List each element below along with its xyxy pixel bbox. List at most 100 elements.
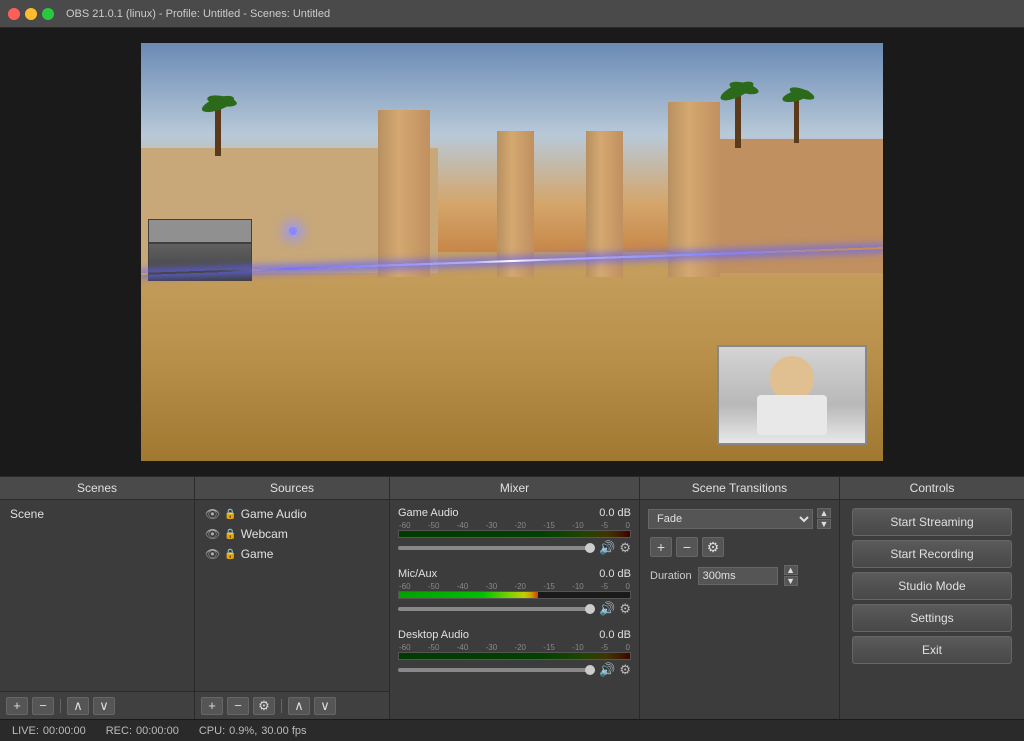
mute-button-game-audio[interactable]: 🔊 [599, 540, 615, 556]
mixer-channel-name-desktop-audio: Desktop Audio [398, 629, 469, 641]
level-bar-game-audio [398, 530, 631, 538]
source-moveup-button[interactable]: ∧ [288, 697, 310, 715]
scene-movedown-button[interactable]: ∨ [93, 697, 115, 715]
volume-slider-desktop-audio[interactable] [398, 668, 595, 672]
transition-add-button[interactable]: + [650, 537, 672, 557]
preview-area [0, 28, 1024, 476]
mixer-channel-header-mic-aux: Mic/Aux 0.0 dB [398, 568, 631, 580]
live-time: 00:00:00 [43, 725, 86, 737]
transition-select[interactable]: Fade Cut Swipe Slide Stinger Luma Wipe [648, 509, 813, 529]
sources-panel-header: Sources [195, 477, 389, 500]
mixer-channel-name-mic-aux: Mic/Aux [398, 568, 437, 580]
mixer-panel-header: Mixer [390, 477, 639, 500]
source-remove-button[interactable]: − [227, 697, 249, 715]
mixer-channel-mic-aux: Mic/Aux 0.0 dB -60-50-40-30-20-15-10-50 … [394, 565, 635, 620]
source-item-game-audio[interactable]: 👁 🔒 Game Audio [199, 504, 385, 524]
lock-icon: 🔒 [224, 529, 236, 540]
visibility-icon: 👁 [205, 547, 220, 561]
webcam-overlay [717, 345, 867, 445]
sources-toolbar: + − ⚙ ∧ ∨ [195, 691, 389, 719]
source-movedown-button[interactable]: ∨ [314, 697, 336, 715]
slider-row-desktop-audio: 🔊 ⚙ [398, 662, 631, 678]
settings-icon-game-audio[interactable]: ⚙ [619, 540, 631, 556]
settings-button[interactable]: Settings [852, 604, 1012, 632]
cpu-label: CPU: [199, 725, 225, 737]
window-controls [8, 8, 54, 20]
duration-spin-down[interactable]: ▼ [784, 576, 798, 586]
mixer-panel: Mixer Game Audio 0.0 dB -60-50-40-30-20-… [390, 477, 640, 719]
controls-panel: Controls Start Streaming Start Recording… [840, 477, 1024, 719]
scene-remove-button[interactable]: − [32, 697, 54, 715]
start-recording-button[interactable]: Start Recording [852, 540, 1012, 568]
bottom-panels: Scenes Scene + − ∧ ∨ Sources 👁 🔒 Game Au… [0, 476, 1024, 719]
palm-2 [735, 93, 741, 148]
duration-label: Duration [650, 570, 692, 582]
transition-settings-button[interactable]: ⚙ [702, 537, 724, 557]
duration-input[interactable] [698, 567, 778, 585]
scenes-panel-content: Scene [0, 500, 194, 691]
mixer-channel-header-desktop-audio: Desktop Audio 0.0 dB [398, 629, 631, 641]
window-title: OBS 21.0.1 (linux) - Profile: Untitled -… [66, 8, 330, 20]
db-scale-mic-aux: -60-50-40-30-20-15-10-50 [398, 582, 631, 591]
mixer-db-mic-aux: 0.0 dB [599, 568, 631, 580]
toolbar-separator [281, 699, 282, 713]
mixer-channel-game-audio: Game Audio 0.0 dB -60-50-40-30-20-15-10-… [394, 504, 635, 559]
volume-slider-mic-aux[interactable] [398, 607, 595, 611]
mixer-panel-content: Game Audio 0.0 dB -60-50-40-30-20-15-10-… [390, 500, 639, 719]
rec-label: REC: [106, 725, 132, 737]
studio-mode-button[interactable]: Studio Mode [852, 572, 1012, 600]
cpu-value: 0.9%, [229, 725, 257, 737]
source-settings-button[interactable]: ⚙ [253, 697, 275, 715]
transition-spinner: ▲ ▼ [817, 508, 831, 529]
mute-button-mic-aux[interactable]: 🔊 [599, 601, 615, 617]
transitions-panel: Scene Transitions Fade Cut Swipe Slide S… [640, 477, 840, 719]
exit-button[interactable]: Exit [852, 636, 1012, 664]
level-fill-game-audio [399, 531, 630, 537]
pillar-left [378, 110, 430, 277]
lock-icon: 🔒 [224, 549, 236, 560]
transitions-panel-header: Scene Transitions [640, 477, 839, 500]
duration-row: Duration ▲ ▼ [644, 561, 835, 590]
statusbar: LIVE: 00:00:00 REC: 00:00:00 CPU: 0.9%, … [0, 719, 1024, 741]
pillar-right [668, 102, 720, 278]
volume-slider-game-audio[interactable] [398, 546, 595, 550]
transitions-panel-content: Fade Cut Swipe Slide Stinger Luma Wipe ▲… [640, 500, 839, 719]
source-item-webcam[interactable]: 👁 🔒 Webcam [199, 524, 385, 544]
status-cpu: CPU: 0.9%, 30.00 fps [199, 725, 307, 737]
mixer-db-game-audio: 0.0 dB [599, 507, 631, 519]
start-streaming-button[interactable]: Start Streaming [852, 508, 1012, 536]
sources-panel-content: 👁 🔒 Game Audio 👁 🔒 Webcam 👁 🔒 Game [195, 500, 389, 691]
scene-item-label: Scene [10, 507, 44, 521]
scene-add-button[interactable]: + [6, 697, 28, 715]
scene-moveup-button[interactable]: ∧ [67, 697, 89, 715]
spin-down-arrow[interactable]: ▼ [817, 519, 831, 529]
status-rec: REC: 00:00:00 [106, 725, 179, 737]
minimize-button[interactable] [25, 8, 37, 20]
pillar-mid-right [586, 131, 623, 277]
slider-row-game-audio: 🔊 ⚙ [398, 540, 631, 556]
pillar-mid-left [497, 131, 534, 277]
mute-button-desktop-audio[interactable]: 🔊 [599, 662, 615, 678]
duration-spin-up[interactable]: ▲ [784, 565, 798, 575]
source-item-game[interactable]: 👁 🔒 Game [199, 544, 385, 564]
scene-item[interactable]: Scene [4, 504, 190, 524]
settings-icon-desktop-audio[interactable]: ⚙ [619, 662, 631, 678]
sources-panel: Sources 👁 🔒 Game Audio 👁 🔒 Webcam 👁 🔒 Ga… [195, 477, 390, 719]
settings-icon-mic-aux[interactable]: ⚙ [619, 601, 631, 617]
close-button[interactable] [8, 8, 20, 20]
rec-time: 00:00:00 [136, 725, 179, 737]
slider-row-mic-aux: 🔊 ⚙ [398, 601, 631, 617]
palm-3 [794, 98, 799, 143]
live-label: LIVE: [12, 725, 39, 737]
source-add-button[interactable]: + [201, 697, 223, 715]
controls-panel-content: Start Streaming Start Recording Studio M… [840, 500, 1024, 719]
toolbar-separator [60, 699, 61, 713]
maximize-button[interactable] [42, 8, 54, 20]
level-bar-desktop-audio [398, 652, 631, 660]
mixer-channel-desktop-audio: Desktop Audio 0.0 dB -60-50-40-30-20-15-… [394, 626, 635, 681]
source-label-game-audio: Game Audio [241, 507, 307, 521]
spin-up-arrow[interactable]: ▲ [817, 508, 831, 518]
mixer-db-desktop-audio: 0.0 dB [599, 629, 631, 641]
transition-remove-button[interactable]: − [676, 537, 698, 557]
webcam-feed [719, 347, 865, 443]
